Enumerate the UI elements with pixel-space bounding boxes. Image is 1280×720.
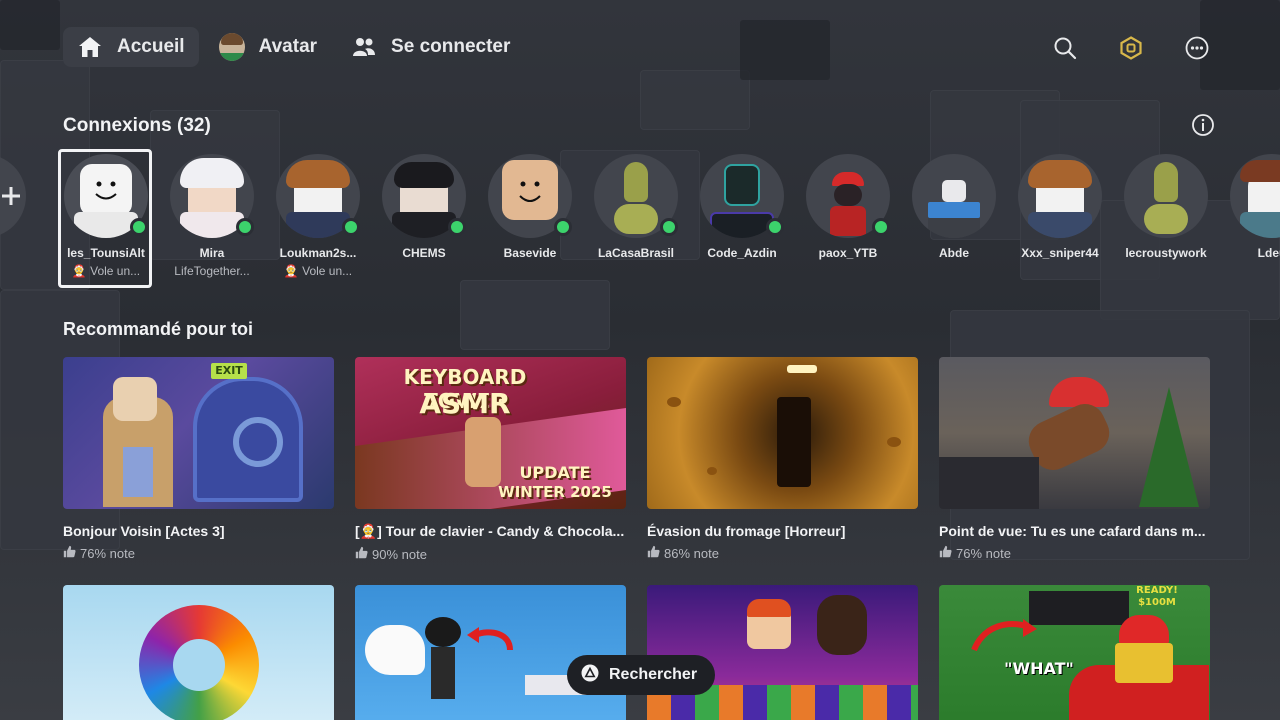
game-rating: 90% note [355,546,626,562]
game-rating: 76% note [63,545,334,561]
friend-status: 🤶 Vole un... [71,264,141,278]
game-overlay-text: "WHAT" [1004,659,1074,678]
info-icon[interactable] [1191,113,1215,137]
friend-name: LaCasaBrasil [597,246,675,260]
friend-name: Ldeu [1257,246,1280,260]
game-rating: 76% note [939,545,1210,561]
connections-title: Connexions (32) [63,115,211,136]
thumbs-up-icon [939,545,952,561]
game-card[interactable]: Point de vue: Tu es une cafard dans m...… [939,357,1210,561]
friend-name: Mira [199,246,225,260]
game-card[interactable]: KEYBOARD TOWER ASMR UPDATE WINTER 2025 [… [355,357,626,562]
nav-home-label: Accueil [117,36,185,57]
recommended-title: Recommandé pour toi [63,319,254,339]
game-card[interactable] [63,585,334,720]
people-icon [351,34,377,60]
search-hint-label: Rechercher [609,666,698,683]
game-overlay-text: READY! [1136,585,1178,596]
game-thumbnail: KEYBOARD TOWER ASMR UPDATE WINTER 2025 [355,357,626,509]
top-actions [1052,35,1210,61]
game-thumbnail [647,585,918,720]
search-hint-button[interactable]: Rechercher [567,655,716,695]
game-thumbnail: EXIT [63,357,334,509]
game-card[interactable] [647,585,918,720]
nav-avatar[interactable]: Avatar [205,27,331,67]
game-rating: 86% note [647,545,918,561]
triangle-button-icon [581,664,599,687]
game-title: Évasion du fromage [Horreur] [647,523,846,539]
thumbs-up-icon [647,545,660,561]
nav-home[interactable]: Accueil [63,27,199,67]
friend-name: les_TounsiAlt [67,246,145,260]
game-card[interactable]: EXIT Bonjour Voisin [Actes 3] 76% note [63,357,334,561]
robux-icon[interactable] [1118,35,1144,61]
game-overlay-text: ASMR [419,387,511,420]
top-nav: Accueil Avatar Se connecter [63,27,524,67]
game-overlay-text: $100M [1138,597,1176,608]
online-indicator [660,218,678,236]
more-icon[interactable] [1184,35,1210,61]
game-overlay-text: UPDATE [519,463,591,482]
friend-name: Abde [939,246,969,260]
friend-name: Code_Azdin [707,246,777,260]
game-thumbnail [647,357,918,509]
game-thumbnail: READY! $100M "WHAT" [939,585,1210,720]
thumbs-up-icon [355,546,368,562]
online-indicator [766,218,784,236]
online-indicator [872,218,890,236]
game-overlay-text: WINTER 2025 [498,483,612,501]
online-indicator [130,218,148,236]
game-card[interactable]: READY! $100M "WHAT" [939,585,1210,720]
friend-status: LifeTogether... [174,264,250,278]
game-title: Bonjour Voisin [Actes 3] [63,523,225,539]
avatar-icon [218,33,245,61]
game-thumbnail [939,357,1210,509]
friend-name: Xxx_sniper44 [1021,246,1099,260]
game-overlay-text: EXIT [211,363,247,379]
friend-name: Loukman2s... [279,246,357,260]
friend-name: CHEMS [402,246,446,260]
game-thumbnail [355,585,626,720]
thumbs-up-icon [63,545,76,561]
online-indicator [342,218,360,236]
friend-name: paox_YTB [818,246,878,260]
nav-connect-label: Se connecter [391,36,511,57]
game-title: Point de vue: Tu es une cafard dans m... [939,523,1206,539]
friend-name: Basevide [503,246,557,260]
game-card[interactable] [355,585,626,720]
friend-name: lecroustywork [1125,246,1207,260]
nav-connect[interactable]: Se connecter [337,27,524,67]
online-indicator [448,218,466,236]
game-title: [🤶] Tour de clavier - Candy & Chocola... [355,523,625,539]
connections-row: exion les_TounsiAlt 🤶 Vole un... Mira Li… [0,149,1280,290]
friend-status: 🤶 Vole un... [283,264,353,278]
online-indicator [554,218,572,236]
online-indicator [236,218,254,236]
nav-avatar-label: Avatar [258,36,318,57]
game-card[interactable]: Évasion du fromage [Horreur] 86% note [647,357,918,561]
home-icon [77,34,103,60]
search-icon[interactable] [1052,35,1078,61]
game-thumbnail [63,585,334,720]
